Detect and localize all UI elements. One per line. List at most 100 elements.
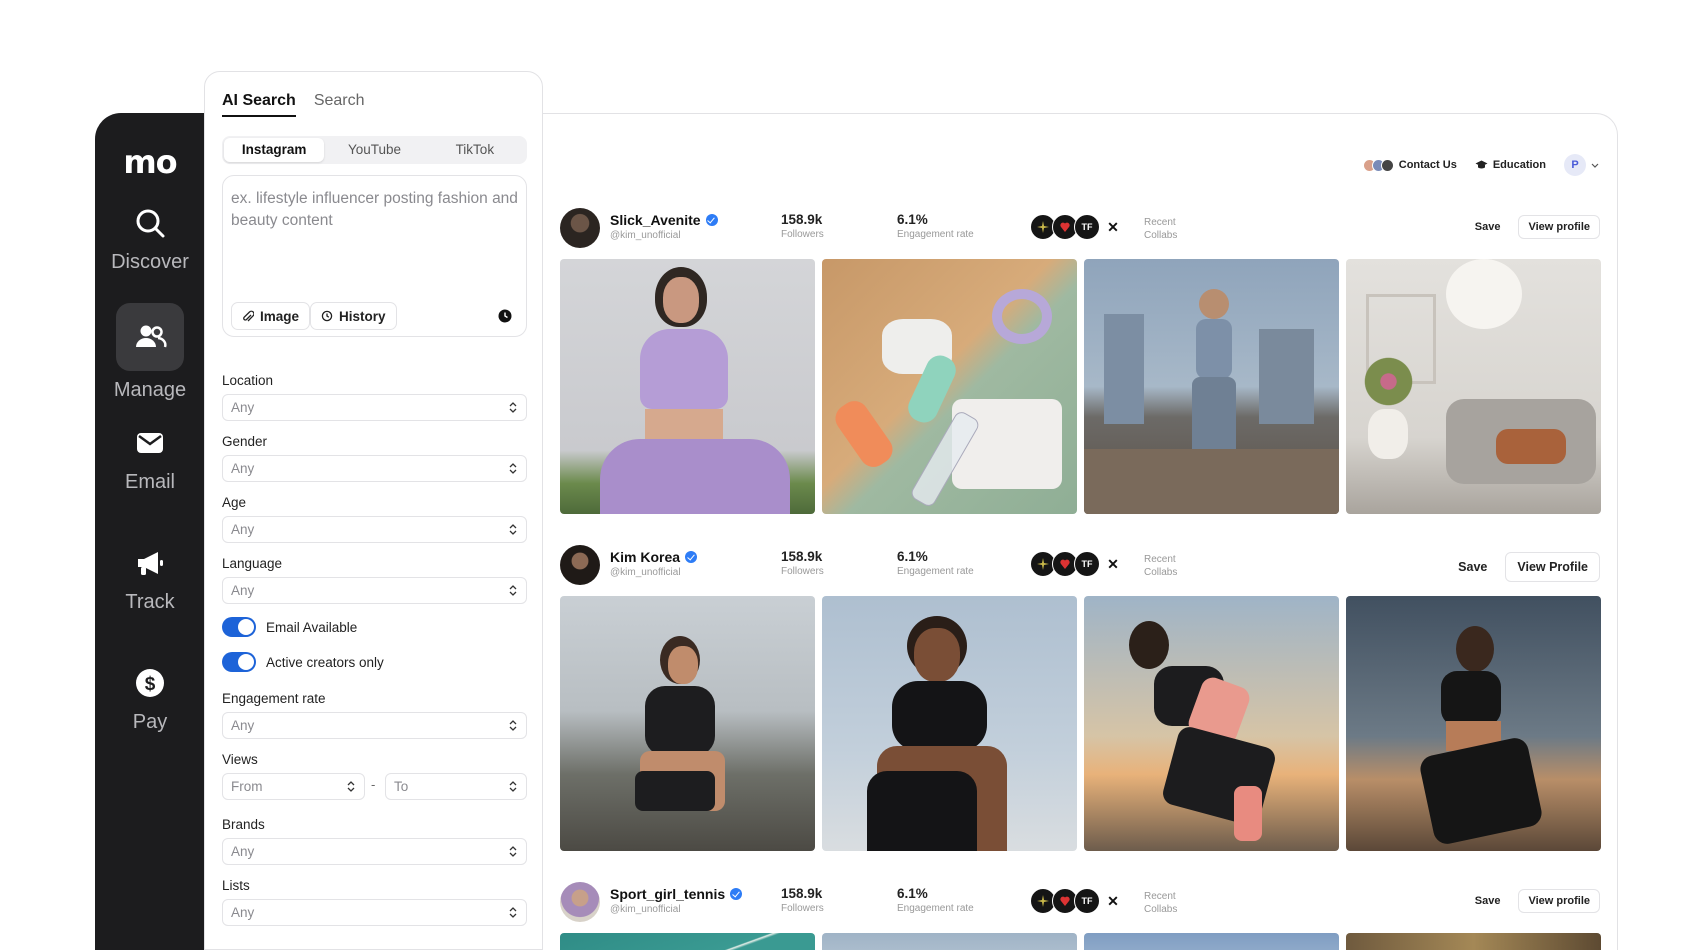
creator-handle: @kim_unofficial xyxy=(610,567,681,578)
avatar[interactable] xyxy=(560,208,600,248)
age-select[interactable]: Any xyxy=(222,516,527,543)
post-image-yoga-woman[interactable] xyxy=(560,259,815,514)
brands-value: Any xyxy=(231,844,255,859)
engagement-stat: 6.1% Engagement rate xyxy=(897,549,974,577)
views-to-value: To xyxy=(394,779,409,794)
view-profile-button[interactable]: View profile xyxy=(1518,215,1600,239)
recent-collab-brands: TF ✕ xyxy=(1030,551,1123,577)
paperclip-icon xyxy=(243,310,254,321)
top-bar: Contact Us Education P xyxy=(1362,154,1599,176)
image-button[interactable]: Image xyxy=(231,302,311,330)
education-link[interactable]: Education xyxy=(1475,159,1546,171)
view-profile-button[interactable]: View profile xyxy=(1518,889,1600,913)
creator-name[interactable]: Sport_girl_tennis xyxy=(610,886,743,902)
creator-header: Kim Korea @kim_unofficial 158.9k Follower… xyxy=(560,539,1600,591)
brand-tf-logo[interactable]: TF xyxy=(1074,888,1100,914)
active-creators-label: Active creators only xyxy=(266,654,384,670)
save-button[interactable]: Save xyxy=(1467,891,1509,911)
sidebar-item-pay[interactable]: $ Pay xyxy=(95,665,205,734)
recent-label-line2: Collabs xyxy=(1144,904,1178,915)
tab-ai-search[interactable]: AI Search xyxy=(222,92,296,117)
engagement-label: Engagement rate xyxy=(897,903,974,914)
ai-query-input[interactable] xyxy=(223,176,526,288)
tab-youtube[interactable]: YouTube xyxy=(324,138,424,162)
post-image-city-balcony[interactable] xyxy=(1084,259,1339,514)
submit-clock-icon[interactable] xyxy=(498,309,512,323)
sort-chevrons-icon xyxy=(509,585,517,596)
creator-name[interactable]: Kim Korea xyxy=(610,549,698,565)
verified-icon xyxy=(730,888,743,900)
creator-photo-grid xyxy=(560,259,1601,514)
history-button[interactable]: History xyxy=(310,302,397,330)
chevron-down-icon xyxy=(1591,163,1599,168)
sort-chevrons-icon xyxy=(509,720,517,731)
creator-name[interactable]: Slick_Avenite xyxy=(610,212,718,228)
tab-search[interactable]: Search xyxy=(314,92,365,117)
sort-chevrons-icon xyxy=(509,402,517,413)
post-image-sky[interactable] xyxy=(822,933,1077,950)
save-button[interactable]: Save xyxy=(1450,556,1495,578)
email-available-toggle-row[interactable]: Email Available xyxy=(222,617,357,637)
post-image-fitness-flatlay[interactable] xyxy=(822,259,1077,514)
contact-us-link[interactable]: Contact Us xyxy=(1362,158,1457,172)
brand-arrows-icon[interactable]: ✕ xyxy=(1103,891,1123,911)
brand-tf-logo[interactable]: TF xyxy=(1074,214,1100,240)
post-image-outdoor[interactable] xyxy=(1346,933,1601,950)
active-creators-toggle-row[interactable]: Active creators only xyxy=(222,652,384,672)
views-from-select[interactable]: From xyxy=(222,773,365,800)
user-menu[interactable]: P xyxy=(1564,154,1599,176)
sidebar-item-email[interactable]: Email xyxy=(95,425,205,494)
post-image-tennis-court[interactable] xyxy=(560,933,815,950)
recent-collabs-label: Recent Collabs xyxy=(1144,216,1177,242)
post-image-runner-track[interactable] xyxy=(560,596,815,851)
avatar[interactable] xyxy=(560,882,600,922)
followers-stat: 158.9k Followers xyxy=(781,886,824,914)
post-image-runner-smiling[interactable] xyxy=(822,596,1077,851)
active-creators-toggle[interactable] xyxy=(222,652,256,672)
creator-card: Sport_girl_tennis @kim_unofficial 158.9k… xyxy=(560,876,1601,950)
lists-value: Any xyxy=(231,905,255,920)
brands-select[interactable]: Any xyxy=(222,838,527,865)
brand-arrows-icon[interactable]: ✕ xyxy=(1103,554,1123,574)
language-label: Language xyxy=(222,556,283,571)
engagement-stat: 6.1% Engagement rate xyxy=(897,886,974,914)
recent-label-line1: Recent xyxy=(1144,217,1176,228)
avatar[interactable] xyxy=(560,545,600,585)
sort-chevrons-icon xyxy=(509,846,517,857)
gender-select[interactable]: Any xyxy=(222,455,527,482)
view-profile-button[interactable]: View Profile xyxy=(1505,552,1600,582)
sidebar-item-track[interactable]: Track xyxy=(95,545,205,614)
followers-stat: 158.9k Followers xyxy=(781,549,824,577)
tab-tiktok[interactable]: TikTok xyxy=(425,138,525,162)
brand-tf-logo[interactable]: TF xyxy=(1074,551,1100,577)
gender-label: Gender xyxy=(222,434,268,449)
sidebar-item-manage[interactable]: Manage xyxy=(95,303,205,402)
location-select[interactable]: Any xyxy=(222,394,527,421)
creator-header: Slick_Avenite @kim_unofficial 158.9k Foll… xyxy=(560,202,1600,254)
tab-instagram[interactable]: Instagram xyxy=(224,138,325,162)
gender-value: Any xyxy=(231,461,255,476)
age-value: Any xyxy=(231,522,255,537)
creator-actions: Save View Profile xyxy=(1450,552,1600,582)
language-select[interactable]: Any xyxy=(222,577,527,604)
history-icon xyxy=(321,310,333,322)
post-image-sky-blue[interactable] xyxy=(1084,933,1339,950)
post-image-runner-bridge[interactable] xyxy=(1346,596,1601,851)
verified-icon xyxy=(685,551,698,563)
lists-select[interactable]: Any xyxy=(222,899,527,926)
engagement-rate-select[interactable]: Any xyxy=(222,712,527,739)
views-to-select[interactable]: To xyxy=(385,773,527,800)
post-image-runner-sunset[interactable] xyxy=(1084,596,1339,851)
sidebar-item-label: Manage xyxy=(113,379,187,401)
save-button[interactable]: Save xyxy=(1467,217,1509,237)
brand-arrows-icon[interactable]: ✕ xyxy=(1103,217,1123,237)
app-logo[interactable]: mo xyxy=(95,143,205,181)
contact-us-label: Contact Us xyxy=(1398,159,1457,171)
post-image-living-room[interactable] xyxy=(1346,259,1601,514)
followers-value: 158.9k xyxy=(781,886,823,901)
engagement-rate-label: Engagement rate xyxy=(222,691,326,706)
ai-query-box: Image History xyxy=(222,175,527,337)
sidebar-item-discover[interactable]: Discover xyxy=(95,205,205,274)
email-available-toggle[interactable] xyxy=(222,617,256,637)
filter-panel: AI Search Search Instagram YouTube TikTo… xyxy=(204,71,543,950)
